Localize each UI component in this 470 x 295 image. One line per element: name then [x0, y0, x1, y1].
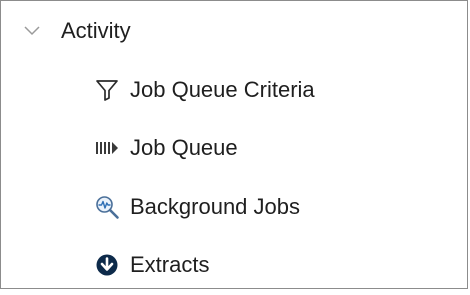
menu-item-extracts[interactable]: Extracts	[94, 248, 209, 282]
chevron-down-icon[interactable]	[23, 22, 41, 40]
menu-item-label: Job Queue	[130, 135, 238, 160]
filter-icon	[94, 77, 120, 103]
menu-item-label: Extracts	[130, 252, 210, 277]
queue-icon	[94, 135, 120, 161]
menu-item-background-jobs[interactable]: Background Jobs	[94, 190, 300, 224]
menu-item-job-queue[interactable]: Job Queue	[94, 131, 238, 165]
menu-item-label: Job Queue Criteria	[130, 77, 315, 102]
group-header-activity[interactable]: Activity	[23, 13, 131, 49]
menu-item-job-queue-criteria[interactable]: Job Queue Criteria	[94, 73, 315, 107]
magnifier-pulse-icon	[94, 194, 120, 220]
download-circle-icon	[94, 252, 120, 278]
menu-item-label: Background Jobs	[130, 194, 300, 219]
group-label: Activity	[61, 18, 131, 43]
navigation-panel: Activity Job Queue Criteria Job Queue Ba…	[0, 0, 468, 289]
